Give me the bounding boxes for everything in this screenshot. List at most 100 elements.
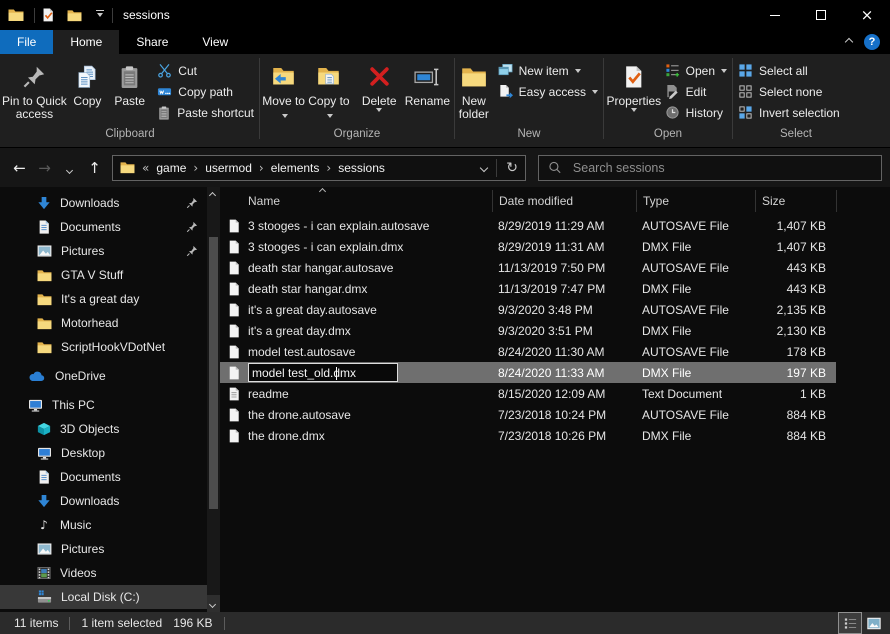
sidebar-item-3d-objects[interactable]: 3D Objects bbox=[0, 417, 220, 441]
sidebar-item-local-disk-c[interactable]: Local Disk (C:) bbox=[0, 585, 207, 609]
sidebar-item-desktop[interactable]: Desktop bbox=[0, 441, 220, 465]
up-button[interactable]: ↑ bbox=[83, 159, 106, 177]
pin-to-quick-access-button[interactable]: Pin to Quick access bbox=[2, 55, 67, 121]
hard-disk-icon bbox=[37, 590, 52, 604]
sidebar-item-onedrive[interactable]: OneDrive bbox=[0, 364, 220, 388]
rename-input[interactable] bbox=[249, 365, 397, 380]
breadcrumb-overflow[interactable]: « bbox=[142, 161, 149, 175]
address-dropdown-icon[interactable] bbox=[480, 163, 489, 172]
details-view-button[interactable] bbox=[838, 612, 862, 634]
file-row[interactable]: it's a great day.dmx 9/3/2020 3:51 PM DM… bbox=[220, 320, 836, 341]
breadcrumb-sessions[interactable]: sessions bbox=[338, 161, 385, 175]
view-toggle-buttons bbox=[838, 612, 890, 634]
scrollbar-thumb[interactable] bbox=[209, 237, 218, 509]
file-row[interactable]: 3 stooges - i can explain.dmx 8/29/2019 … bbox=[220, 236, 836, 257]
sidebar-item-downloads-pc[interactable]: Downloads bbox=[0, 489, 220, 513]
minimize-button[interactable] bbox=[752, 0, 798, 30]
tab-view[interactable]: View bbox=[185, 30, 245, 54]
sidebar-scrollbar[interactable] bbox=[207, 187, 220, 612]
column-header-size[interactable]: Size bbox=[755, 190, 836, 212]
breadcrumb-game[interactable]: game bbox=[156, 161, 186, 175]
button-label: Rename bbox=[404, 94, 451, 108]
file-row[interactable]: it's a great day.autosave 9/3/2020 3:48 … bbox=[220, 299, 836, 320]
column-header-name[interactable]: Name bbox=[220, 194, 492, 208]
edit-button[interactable]: Edit bbox=[665, 81, 727, 102]
sidebar-item-pictures-qa[interactable]: Pictures bbox=[0, 239, 220, 263]
move-to-button[interactable]: Move to bbox=[261, 55, 306, 121]
open-button[interactable]: Open bbox=[665, 60, 727, 81]
breadcrumb-elements[interactable]: elements bbox=[271, 161, 320, 175]
tab-home[interactable]: Home bbox=[53, 30, 120, 54]
file-row[interactable]: the drone.dmx 7/23/2018 10:26 PM DMX Fil… bbox=[220, 425, 836, 446]
breadcrumb-usermod[interactable]: usermod bbox=[205, 161, 252, 175]
scroll-up-icon[interactable] bbox=[208, 191, 217, 200]
back-button[interactable]: ← bbox=[8, 159, 31, 177]
copy-to-button[interactable]: Copy to bbox=[306, 55, 351, 121]
column-header-date-modified[interactable]: Date modified bbox=[492, 190, 636, 212]
sidebar-item-this-pc[interactable]: This PC bbox=[0, 393, 220, 417]
sidebar-item-motorhead[interactable]: Motorhead bbox=[0, 311, 220, 335]
select-none-button[interactable]: Select none bbox=[738, 81, 840, 102]
tab-file[interactable]: File bbox=[0, 30, 54, 54]
titlebar: sessions × bbox=[0, 0, 890, 30]
refresh-icon[interactable]: ↻ bbox=[506, 160, 518, 176]
file-name: the drone.autosave bbox=[248, 407, 351, 422]
file-size: 2,130 KB bbox=[776, 323, 826, 338]
file-row[interactable]: death star hangar.dmx 11/13/2019 7:47 PM… bbox=[220, 278, 836, 299]
paste-button[interactable]: Paste bbox=[108, 55, 151, 108]
file-row-selected-renaming[interactable]: 8/24/2020 11:33 AM DMX File 197 KB bbox=[220, 362, 836, 383]
history-button[interactable]: History bbox=[665, 102, 727, 123]
file-row[interactable]: 3 stooges - i can explain.autosave 8/29/… bbox=[220, 215, 836, 236]
file-row[interactable]: the drone.autosave 7/23/2018 10:24 PM AU… bbox=[220, 404, 836, 425]
properties-quick-icon[interactable] bbox=[41, 8, 55, 22]
sidebar-item-documents-qa[interactable]: Documents bbox=[0, 215, 220, 239]
sidebar-item-downloads[interactable]: Downloads bbox=[0, 191, 220, 215]
sidebar-item-documents[interactable]: Documents bbox=[0, 465, 220, 489]
easy-access-button[interactable]: Easy access bbox=[498, 81, 598, 102]
minimize-icon bbox=[770, 14, 780, 16]
file-name: 3 stooges - i can explain.autosave bbox=[248, 218, 430, 233]
new-item-button[interactable]: New item bbox=[498, 60, 598, 81]
cut-button[interactable]: Cut bbox=[157, 60, 254, 81]
sidebar-item-music[interactable]: ♪ Music bbox=[0, 513, 220, 537]
tab-share[interactable]: Share bbox=[119, 30, 185, 54]
file-icon bbox=[228, 282, 240, 296]
customize-toolbar-dropdown-icon[interactable] bbox=[94, 10, 106, 20]
folder-icon bbox=[37, 293, 52, 306]
button-label: Open bbox=[685, 63, 715, 78]
sidebar-item-label: It's a great day bbox=[61, 292, 140, 306]
help-icon[interactable]: ? bbox=[864, 34, 880, 50]
close-button[interactable]: × bbox=[844, 0, 890, 30]
file-row[interactable]: readme 8/15/2020 12:09 AM Text Document … bbox=[220, 383, 836, 404]
column-header-type[interactable]: Type bbox=[636, 190, 755, 212]
maximize-button[interactable] bbox=[798, 0, 844, 30]
new-folder-quick-icon[interactable] bbox=[67, 9, 82, 22]
delete-button[interactable]: Delete bbox=[357, 55, 402, 115]
scissors-icon bbox=[157, 63, 172, 78]
forward-button[interactable]: → bbox=[33, 159, 56, 177]
recent-locations-dropdown[interactable] bbox=[58, 159, 81, 177]
search-box[interactable] bbox=[538, 154, 882, 181]
copy-button[interactable]: Copy bbox=[67, 55, 108, 108]
sidebar-item-videos[interactable]: Videos bbox=[0, 561, 220, 585]
new-folder-button[interactable]: New folder bbox=[456, 55, 492, 121]
sidebar-item-its-a-great-day[interactable]: It's a great day bbox=[0, 287, 220, 311]
properties-button[interactable]: Properties bbox=[605, 55, 663, 115]
collapse-ribbon-icon[interactable] bbox=[844, 37, 854, 47]
search-input[interactable] bbox=[570, 159, 872, 176]
copy-path-button[interactable]: Copy path bbox=[157, 81, 254, 102]
ribbon-tab-bar: File Home Share View ? bbox=[0, 30, 890, 54]
sidebar-item-scripthookvdotnet[interactable]: ScriptHookVDotNet bbox=[0, 335, 220, 359]
select-all-button[interactable]: Select all bbox=[738, 60, 840, 81]
thumbnails-view-button[interactable] bbox=[862, 612, 886, 634]
sidebar-item-gta-v-stuff[interactable]: GTA V Stuff bbox=[0, 263, 220, 287]
file-row[interactable]: model test.autosave 8/24/2020 11:30 AM A… bbox=[220, 341, 836, 362]
rename-edit-box[interactable] bbox=[248, 363, 398, 382]
copy-path-icon bbox=[157, 84, 172, 99]
address-bar[interactable]: « game › usermod › elements › sessions ↻ bbox=[112, 154, 526, 181]
invert-selection-button[interactable]: Invert selection bbox=[738, 102, 840, 123]
rename-button[interactable]: Rename bbox=[402, 55, 453, 108]
paste-shortcut-button[interactable]: Paste shortcut bbox=[157, 102, 254, 123]
file-row[interactable]: death star hangar.autosave 11/13/2019 7:… bbox=[220, 257, 836, 278]
sidebar-item-pictures[interactable]: Pictures bbox=[0, 537, 220, 561]
